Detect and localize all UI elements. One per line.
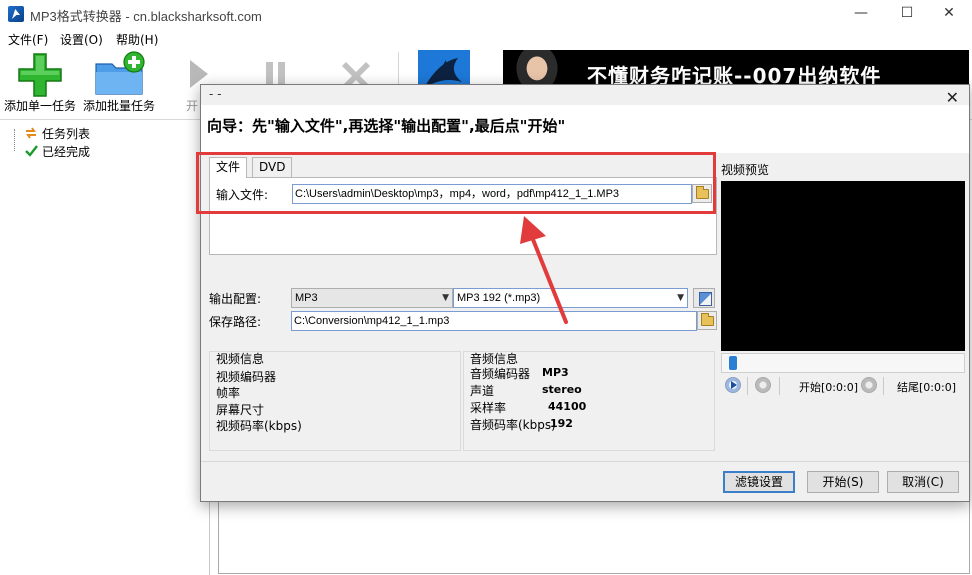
chevron-down-icon: ▼: [677, 293, 684, 303]
guide-header: 向导：先"输入文件",再选择"输出配置",最后点"开始": [201, 105, 969, 153]
footer-divider: [201, 461, 969, 462]
add-single-task-button[interactable]: 添加单一任务: [2, 48, 78, 118]
close-window-button[interactable]: ✕: [926, 0, 972, 28]
set-start-button[interactable]: [861, 377, 877, 393]
menu-help[interactable]: 帮助(H): [116, 31, 158, 48]
save-path-field[interactable]: C:\Conversion\mp412_1_1.mp3: [291, 311, 697, 331]
preview-label: 视频预览: [721, 163, 770, 177]
preview-play-button[interactable]: [725, 377, 741, 393]
save-browse-button[interactable]: [697, 311, 717, 330]
preview-controls: 开始[0:0:0] 结尾[0:0:0]: [721, 375, 965, 397]
add-batch-task-button[interactable]: 添加批量任务: [80, 48, 158, 118]
arrow-annotation-icon: [520, 216, 568, 324]
window-title: MP3格式转换器 - cn.blacksharksoft.com: [30, 9, 262, 24]
output-format-select[interactable]: MP3 ▼: [291, 288, 453, 308]
tab-file[interactable]: 文件: [209, 157, 248, 178]
audio-bitrate-value: 192: [550, 417, 573, 430]
audio-rate-label: 采样率: [470, 401, 507, 415]
edit-profile-button[interactable]: [693, 288, 715, 308]
chevron-down-icon: ▼: [442, 293, 449, 303]
menu-file[interactable]: 文件(F): [8, 31, 48, 48]
control-divider: [747, 377, 748, 395]
cancel-button[interactable]: 取消(C): [887, 471, 959, 493]
preview-seek-slider[interactable]: [721, 353, 965, 373]
menu-bar: 文件(F) 设置(O) 帮助(H): [0, 28, 972, 48]
preview-end-time: 结尾[0:0:0]: [897, 381, 956, 394]
add-single-task-label: 添加单一任务: [3, 99, 76, 113]
minimize-button[interactable]: —: [838, 0, 884, 28]
refresh-icon: [26, 127, 36, 139]
tree-lines: [14, 129, 24, 151]
maximize-button[interactable]: ☐: [884, 0, 930, 28]
tree-label-done: 已经完成: [42, 145, 91, 159]
audio-bitrate-label: 音频码率(kbps): [470, 418, 556, 432]
task-tree: 任务列表 已经完成: [0, 121, 210, 575]
plus-icon: [18, 53, 62, 97]
tree-label-task-list: 任务列表: [42, 127, 91, 141]
audio-channel-label: 声道: [470, 384, 495, 398]
audio-codec-label: 音频编码器: [470, 367, 531, 381]
output-config-label: 输出配置:: [209, 292, 262, 306]
audio-rate-value: 44100: [548, 400, 587, 413]
video-preview-screen: [721, 181, 965, 351]
audio-codec-value: MP3: [542, 366, 569, 379]
checkmark-icon: [25, 145, 38, 157]
title-bar: MP3格式转换器 - cn.blacksharksoft.com — ☐ ✕: [0, 0, 972, 28]
start-convert-button[interactable]: 开始(S): [807, 471, 879, 493]
menu-settings[interactable]: 设置(O): [60, 31, 103, 48]
seek-thumb[interactable]: [729, 356, 737, 370]
highlight-box: [196, 152, 716, 214]
control-divider: [883, 377, 884, 395]
add-batch-task-label: 添加批量任务: [82, 99, 155, 113]
audio-info-group: 音频信息 音频编码器 MP3 声道 stereo 采样率 44100 音频码率(…: [463, 351, 715, 451]
output-format-value: MP3: [295, 292, 318, 304]
video-fps-label: 帧率: [216, 386, 241, 400]
video-codec-label: 视频编码器: [216, 370, 277, 384]
video-bitrate-label: 视频码率(kbps): [216, 419, 302, 433]
video-info-heading: 视频信息: [216, 352, 265, 366]
app-icon: [8, 6, 24, 22]
tree-item-task-list[interactable]: 任务列表: [24, 125, 90, 143]
save-path-label: 保存路径:: [209, 315, 262, 329]
video-info-group: 视频信息 视频编码器 帧率 屏幕尺寸 视频码率(kbps): [209, 351, 461, 451]
guide-text: 向导：先"输入文件",再选择"输出配置",最后点"开始": [207, 117, 566, 135]
task-list-frame: [218, 502, 970, 574]
tree-item-done[interactable]: 已经完成: [24, 143, 90, 161]
folder-add-icon: [95, 51, 145, 95]
preview-start-time: 开始[0:0:0]: [799, 381, 858, 394]
video-size-label: 屏幕尺寸: [216, 403, 265, 417]
audio-channel-value: stereo: [542, 383, 582, 396]
control-divider: [779, 377, 780, 395]
folder-icon: [701, 313, 714, 326]
dialog-title: - -: [209, 87, 222, 101]
filter-settings-button[interactable]: 滤镜设置: [723, 471, 795, 493]
preview-stop-button[interactable]: [755, 377, 771, 393]
